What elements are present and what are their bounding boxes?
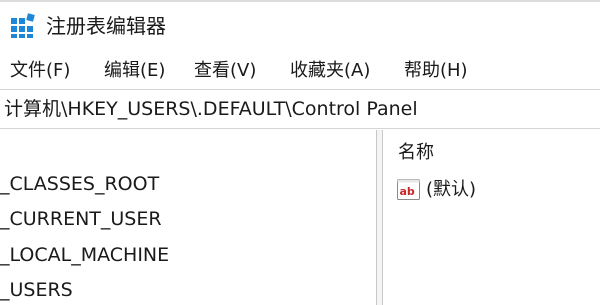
values-list-pane[interactable]: 名称 ab (默认)	[384, 130, 600, 305]
string-value-icon: ab	[397, 179, 420, 200]
key-tree-pane[interactable]: _CLASSES_ROOT _CURRENT_USER _LOCAL_MACHI…	[0, 130, 376, 305]
tree-item-classes-root[interactable]: _CLASSES_ROOT	[0, 170, 159, 198]
pane-splitter[interactable]	[376, 130, 383, 305]
value-name: (默认)	[426, 179, 477, 200]
menu-view[interactable]: 查看(V)	[194, 56, 256, 86]
tree-item-current-user[interactable]: _CURRENT_USER	[0, 205, 162, 233]
address-bar[interactable]: 计算机\HKEY_USERS\.DEFAULT\Control Panel	[0, 89, 600, 129]
menu-bar: 文件(F) 编辑(E) 查看(V) 收藏夹(A) 帮助(H)	[0, 56, 600, 86]
window-title: 注册表编辑器	[46, 14, 166, 38]
tree-item-local-machine[interactable]: _LOCAL_MACHINE	[0, 241, 169, 269]
registry-editor-window: 注册表编辑器 文件(F) 编辑(E) 查看(V) 收藏夹(A) 帮助(H) 计算…	[0, 0, 600, 305]
regedit-icon	[11, 13, 35, 38]
title-bar: 注册表编辑器	[0, 2, 600, 48]
menu-favorites[interactable]: 收藏夹(A)	[290, 56, 370, 86]
address-path[interactable]: 计算机\HKEY_USERS\.DEFAULT\Control Panel	[4, 94, 418, 124]
menu-file[interactable]: 文件(F)	[10, 56, 70, 86]
list-item[interactable]: ab (默认)	[396, 176, 476, 204]
tree-item-users[interactable]: _USERS	[0, 276, 73, 304]
menu-help[interactable]: 帮助(H)	[404, 56, 468, 86]
menu-edit[interactable]: 编辑(E)	[104, 56, 165, 86]
column-header-name[interactable]: 名称	[398, 140, 434, 166]
svg-text:ab: ab	[400, 185, 415, 198]
